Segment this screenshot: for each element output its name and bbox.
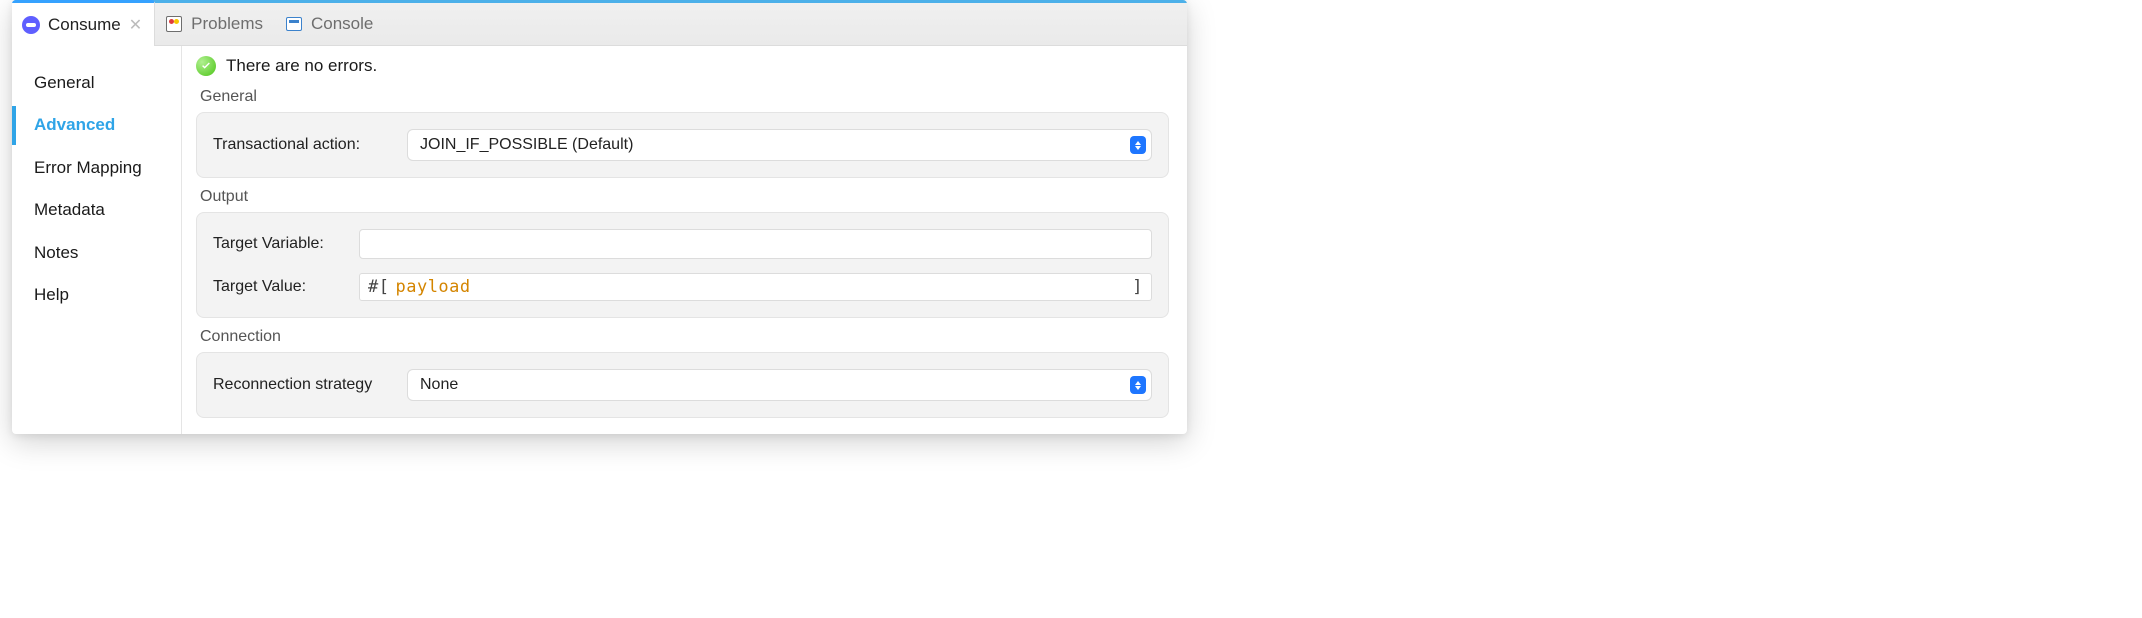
group-title: General xyxy=(200,88,1169,106)
ok-icon xyxy=(196,56,216,76)
editor-panel: { "tabs": [ { "label": "Consume", "activ… xyxy=(12,0,1187,434)
tab-console[interactable]: Console xyxy=(275,3,385,45)
group-title: Output xyxy=(200,188,1169,206)
expr-body: payload xyxy=(395,277,1132,297)
sidebar-item-advanced[interactable]: Advanced xyxy=(12,106,181,144)
field-label: Target Value: xyxy=(213,278,341,296)
tab-label: Consume xyxy=(48,15,121,35)
sidebar-item-error-mapping[interactable]: Error Mapping xyxy=(12,149,181,187)
body: General Advanced Error Mapping Metadata … xyxy=(12,46,1187,434)
group-title: Connection xyxy=(200,328,1169,346)
group-output: Output Target Variable: Target Value: #[… xyxy=(196,188,1169,318)
problems-icon xyxy=(165,15,183,33)
group-box: Target Variable: Target Value: #[ payloa… xyxy=(196,212,1169,318)
row-target-value: Target Value: #[ payload ] xyxy=(213,269,1152,305)
tab-bar: Consume ✕ Problems Console xyxy=(12,0,1187,46)
expr-prefix: #[ xyxy=(368,277,389,297)
field-label: Transactional action: xyxy=(213,136,389,154)
group-box: Transactional action: xyxy=(196,112,1169,178)
target-value-input[interactable]: #[ payload ] xyxy=(359,273,1152,301)
tab-consume[interactable]: Consume ✕ xyxy=(12,0,155,46)
group-connection: Connection Reconnection strategy xyxy=(196,328,1169,418)
reconnection-strategy-select-wrap xyxy=(407,369,1152,401)
sidebar-item-help[interactable]: Help xyxy=(12,276,181,314)
status-message: There are no errors. xyxy=(226,56,377,76)
transactional-action-select[interactable] xyxy=(407,129,1152,161)
sidebar: General Advanced Error Mapping Metadata … xyxy=(12,46,182,434)
sidebar-item-general[interactable]: General xyxy=(12,64,181,102)
sidebar-item-metadata[interactable]: Metadata xyxy=(12,191,181,229)
row-transactional-action: Transactional action: xyxy=(213,125,1152,165)
reconnection-strategy-select[interactable] xyxy=(407,369,1152,401)
close-icon[interactable]: ✕ xyxy=(129,15,142,35)
tab-label: Problems xyxy=(191,14,263,34)
tab-problems[interactable]: Problems xyxy=(155,3,275,45)
expr-suffix: ] xyxy=(1132,277,1143,297)
target-variable-input[interactable] xyxy=(359,229,1152,259)
console-icon xyxy=(285,15,303,33)
group-general: General Transactional action: xyxy=(196,88,1169,178)
status-row: There are no errors. xyxy=(196,56,1169,76)
consume-icon xyxy=(22,16,40,34)
group-box: Reconnection strategy xyxy=(196,352,1169,418)
field-label: Target Variable: xyxy=(213,235,341,253)
tab-label: Console xyxy=(311,14,373,34)
row-target-variable: Target Variable: xyxy=(213,225,1152,263)
transactional-action-select-wrap xyxy=(407,129,1152,161)
field-label: Reconnection strategy xyxy=(213,376,389,394)
content: There are no errors. General Transaction… xyxy=(182,46,1187,434)
sidebar-item-notes[interactable]: Notes xyxy=(12,234,181,272)
row-reconnection-strategy: Reconnection strategy xyxy=(213,365,1152,405)
